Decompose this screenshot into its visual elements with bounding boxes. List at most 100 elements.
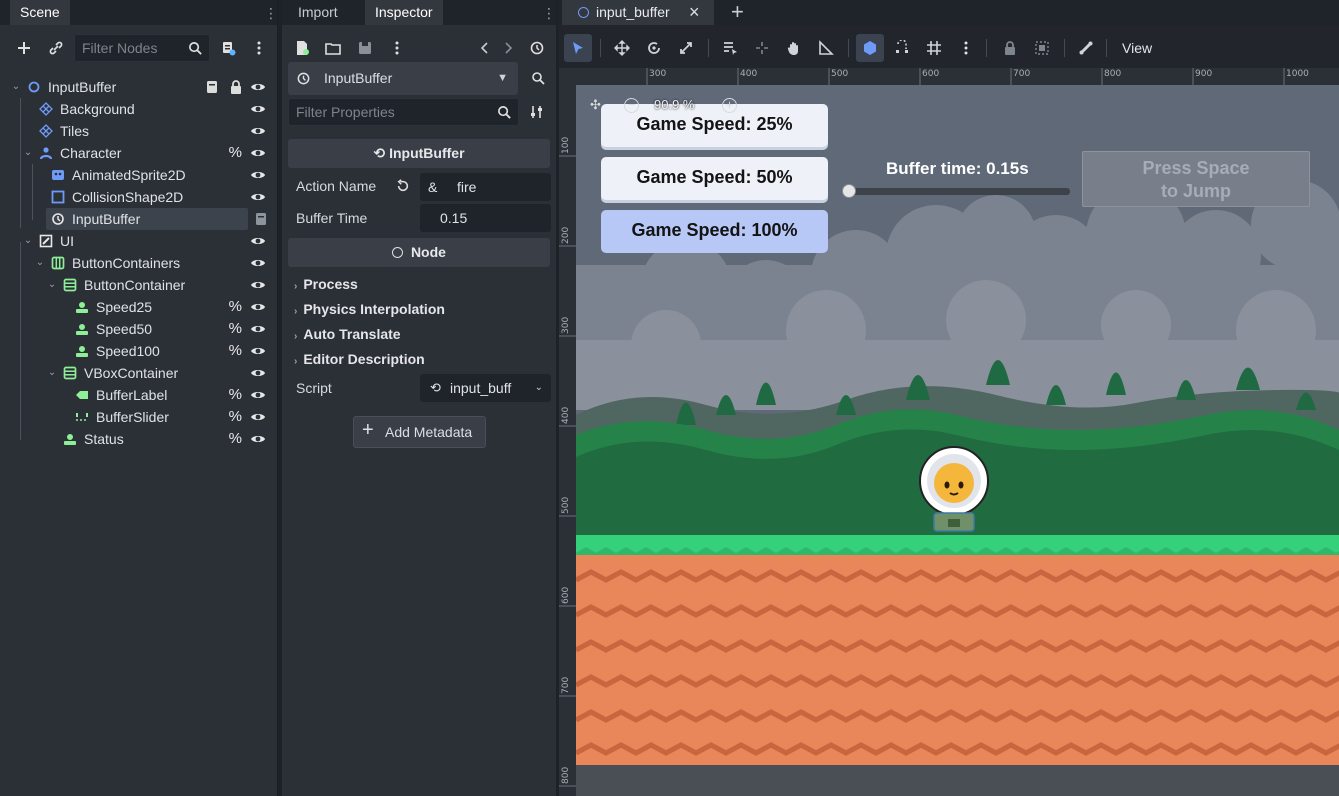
new-scene-tab-button[interactable]: + [731, 0, 744, 24]
tree-item-tiles[interactable]: Tiles [4, 120, 276, 142]
lock-selected-button[interactable] [996, 34, 1024, 62]
buffer-slider[interactable] [842, 184, 1070, 198]
group-selected-button[interactable] [1028, 34, 1056, 62]
collapse-arrow-icon[interactable]: ⌄ [22, 142, 34, 164]
visibility-eye-icon[interactable] [250, 124, 266, 138]
status-button[interactable]: Press Space to Jump [1082, 151, 1310, 207]
center-view-icon[interactable]: ✣ [590, 97, 606, 113]
filter-properties-input[interactable] [296, 104, 476, 120]
visibility-eye-icon[interactable] [250, 168, 266, 182]
zoom-level[interactable]: 90.9 % [654, 97, 694, 112]
inspector-settings-button[interactable] [524, 99, 550, 125]
pivot-button[interactable] [748, 34, 776, 62]
script-resource-field[interactable]: ⟲ input_buff ⌄ [420, 374, 551, 402]
add-node-button[interactable] [11, 35, 37, 61]
add-metadata-button[interactable]: + Add Metadata [353, 416, 486, 448]
collapse-arrow-icon[interactable]: ⌄ [46, 362, 58, 384]
visibility-eye-icon[interactable] [250, 234, 266, 248]
new-resource-button[interactable] [289, 35, 315, 61]
tree-item-ui[interactable]: ⌄ UI [4, 230, 276, 252]
category-auto-translate[interactable]: › Auto Translate [294, 323, 401, 345]
speed100-button[interactable]: Game Speed: 100% [601, 210, 828, 253]
tab-scene[interactable]: Scene [10, 0, 70, 25]
visibility-eye-icon[interactable] [250, 256, 266, 270]
tab-inspector[interactable]: Inspector [365, 0, 443, 25]
slider-grabber[interactable] [842, 184, 856, 198]
tree-item-status[interactable]: Status % [4, 428, 276, 450]
snap-options-button[interactable] [888, 34, 916, 62]
tree-item-animatedsprite2d[interactable]: AnimatedSprite2D [4, 164, 276, 186]
buffer-time-field[interactable]: 0.15 [420, 204, 551, 232]
select-mode-button[interactable] [564, 34, 592, 62]
script-icon[interactable] [254, 211, 268, 227]
visibility-eye-icon[interactable] [250, 102, 266, 116]
view-menu[interactable]: View [1122, 34, 1152, 62]
save-resource-button[interactable] [352, 35, 378, 61]
scene-canvas[interactable]: Game Speed: 25% Game Speed: 50% Game Spe… [576, 85, 1339, 796]
tree-item-inputbuffer-root[interactable]: ⌄ InputBuffer [4, 76, 276, 98]
scene-tab-input-buffer[interactable]: input_buffer × [562, 0, 714, 25]
skeleton-options-button[interactable] [1072, 34, 1100, 62]
visibility-eye-icon[interactable] [250, 344, 266, 358]
scene-more-button[interactable] [246, 35, 272, 61]
tree-item-character[interactable]: ⌄ Character % [4, 142, 276, 164]
visibility-eye-icon[interactable] [250, 366, 266, 380]
inspector-dock-menu-icon[interactable]: ⋮ [542, 4, 556, 22]
visibility-eye-icon[interactable] [250, 278, 266, 292]
smart-snap-button[interactable] [856, 34, 884, 62]
attach-script-button[interactable] [215, 35, 241, 61]
object-selector[interactable]: InputBuffer ▼ [288, 62, 518, 95]
tree-item-speed100[interactable]: Speed100 % [4, 340, 276, 362]
speed50-button[interactable]: Game Speed: 50% [601, 157, 828, 200]
open-docs-button[interactable] [526, 66, 552, 92]
action-name-field[interactable]: & fire [420, 173, 551, 201]
tab-import[interactable]: Import [288, 0, 348, 25]
zoom-in-button[interactable]: + [722, 98, 737, 113]
revert-icon[interactable] [396, 179, 410, 193]
visibility-eye-icon[interactable] [250, 190, 266, 204]
close-icon[interactable]: × [689, 0, 700, 25]
scale-mode-button[interactable] [672, 34, 700, 62]
collapse-arrow-icon[interactable]: ⌄ [22, 230, 34, 252]
visibility-eye-icon[interactable] [250, 432, 266, 446]
tree-item-bufferlabel[interactable]: BufferLabel % [4, 384, 276, 406]
visibility-eye-icon[interactable] [250, 300, 266, 314]
move-mode-button[interactable] [608, 34, 636, 62]
category-physics-interpolation[interactable]: › Physics Interpolation [294, 298, 445, 320]
script-icon[interactable] [205, 79, 219, 95]
visibility-eye-icon[interactable] [250, 410, 266, 424]
history-list-button[interactable] [524, 35, 550, 61]
tree-item-buttoncontainer[interactable]: ⌄ ButtonContainer [4, 274, 276, 296]
open-resource-button[interactable] [320, 35, 346, 61]
visibility-eye-icon[interactable] [250, 80, 266, 94]
collapse-arrow-icon[interactable]: ⌄ [10, 76, 22, 98]
visibility-eye-icon[interactable] [250, 322, 266, 336]
lock-icon[interactable] [229, 79, 243, 95]
rotate-mode-button[interactable] [640, 34, 668, 62]
visibility-eye-icon[interactable] [250, 388, 266, 402]
ruler-mode-button[interactable] [812, 34, 840, 62]
collapse-arrow-icon[interactable]: ⌄ [46, 274, 58, 296]
tree-item-speed50[interactable]: Speed50 % [4, 318, 276, 340]
category-editor-description[interactable]: › Editor Description [294, 348, 425, 370]
tree-item-background[interactable]: Background [4, 98, 276, 120]
script-section-header[interactable]: ⟲ InputBuffer [288, 139, 550, 168]
node-section-header[interactable]: Node [288, 238, 550, 267]
pan-mode-button[interactable] [780, 34, 808, 62]
tree-item-buttoncontainers[interactable]: ⌄ ButtonContainers [4, 252, 276, 274]
zoom-out-button[interactable]: − [624, 98, 639, 113]
scene-dock-menu-icon[interactable]: ⋮ [264, 4, 278, 22]
tree-item-collisionshape2d[interactable]: CollisionShape2D [4, 186, 276, 208]
list-select-button[interactable] [716, 34, 744, 62]
grid-snap-button[interactable] [920, 34, 948, 62]
category-process[interactable]: › Process [294, 273, 358, 295]
tree-item-inputbuffer-child[interactable]: InputBuffer [4, 208, 276, 230]
filter-nodes-input[interactable] [82, 40, 182, 56]
tree-item-vboxcontainer[interactable]: ⌄ VBoxContainer [4, 362, 276, 384]
character-sprite[interactable] [918, 443, 990, 533]
tree-item-bufferslider[interactable]: BufferSlider % [4, 406, 276, 428]
instance-scene-button[interactable] [43, 35, 69, 61]
tree-item-speed25[interactable]: Speed25 % [4, 296, 276, 318]
snap-more-button[interactable] [952, 34, 980, 62]
collapse-arrow-icon[interactable]: ⌄ [34, 252, 46, 274]
